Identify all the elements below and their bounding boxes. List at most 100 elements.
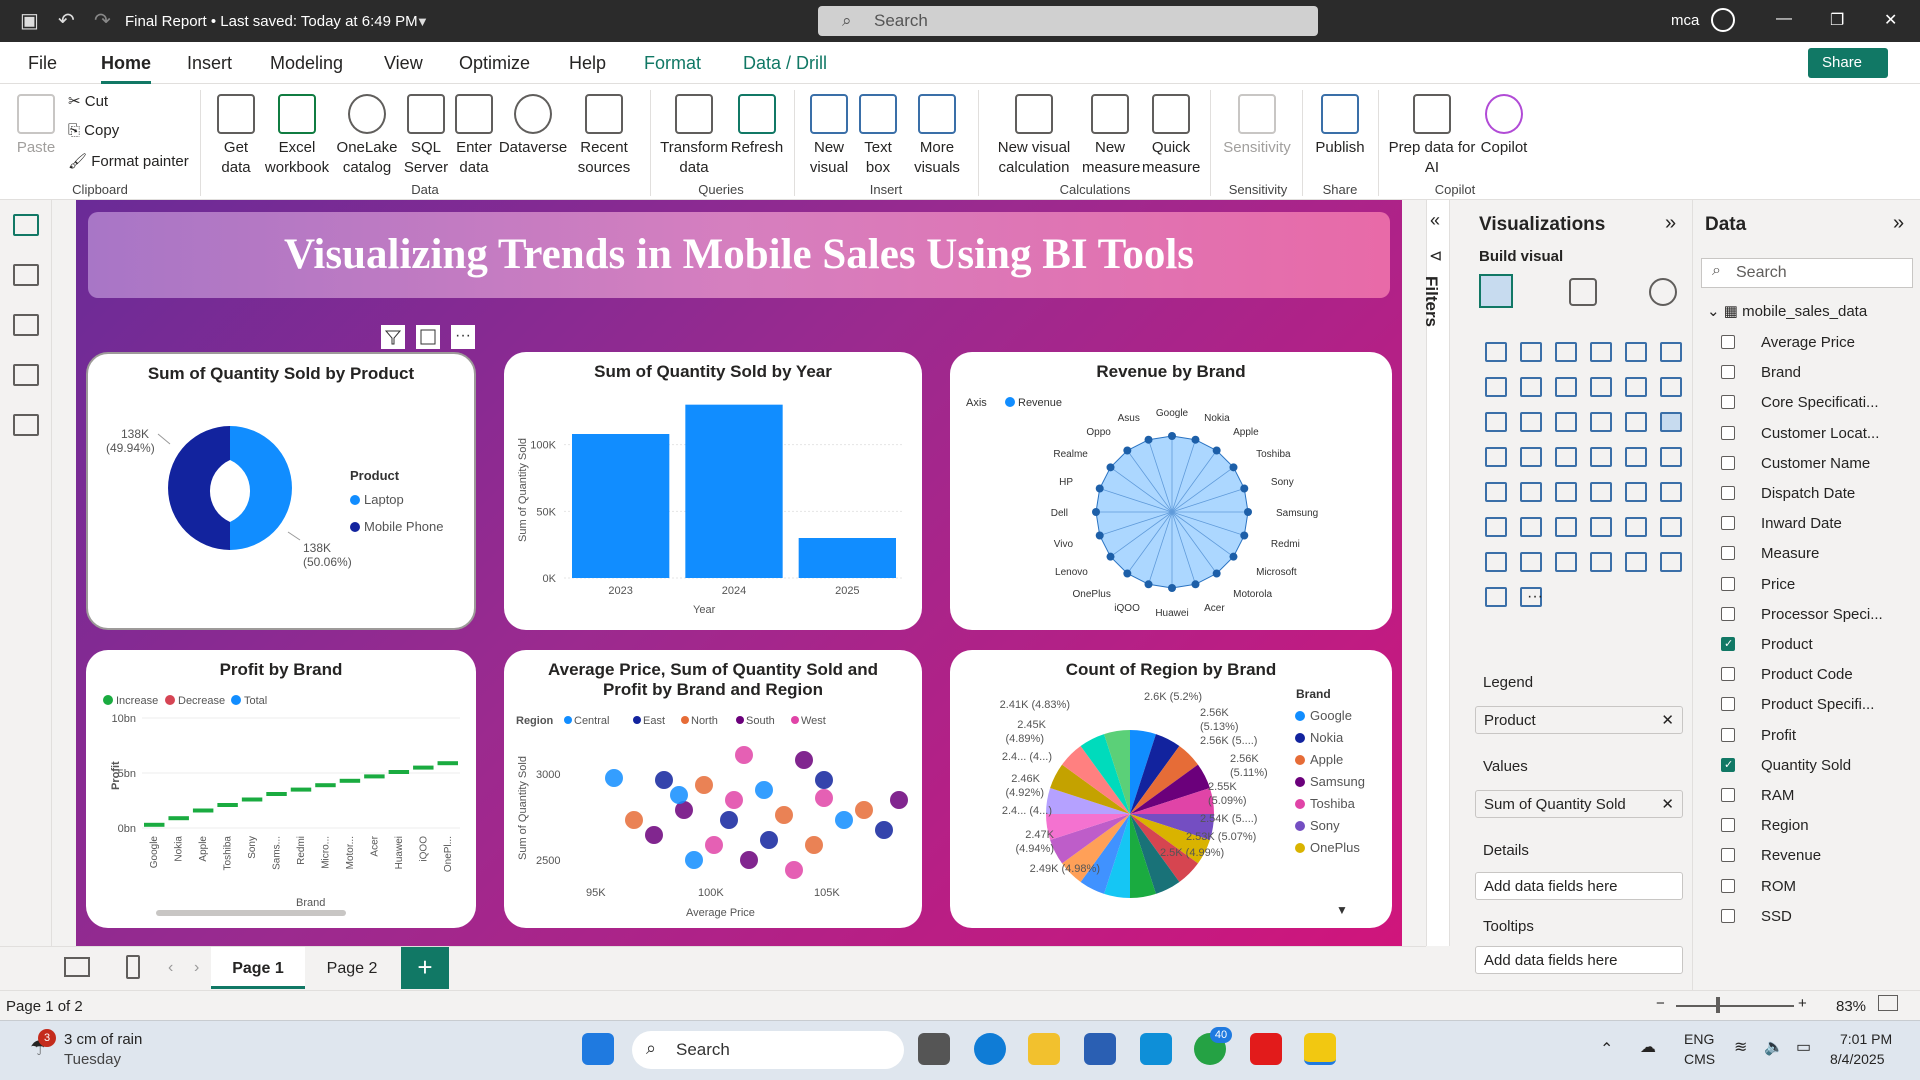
checkbox[interactable] [1721, 606, 1735, 621]
add-page-button[interactable]: + [401, 947, 449, 989]
sql-server-button[interactable]: SQL Server [400, 94, 452, 178]
onelake-button[interactable]: OneLake catalog [330, 94, 404, 178]
clock-date[interactable]: 8/4/2025 [1830, 1051, 1885, 1067]
mobile-layout-icon[interactable] [126, 955, 140, 979]
tab-data-drill[interactable]: Data / Drill [743, 53, 827, 74]
collapse-icon[interactable]: « [1430, 210, 1440, 231]
tooltips-well[interactable]: Add data fields here [1475, 946, 1683, 974]
weather-text[interactable]: 3 cm of rain [64, 1031, 142, 1048]
visual-type-icon[interactable] [1625, 482, 1647, 502]
expand-icon[interactable]: » [1893, 212, 1904, 235]
sensitivity-button[interactable]: Sensitivity [1220, 94, 1294, 158]
fit-to-page-icon[interactable] [1878, 995, 1898, 1011]
text-box-button[interactable]: Text box [856, 94, 900, 178]
document-title[interactable]: Final Report • Last saved: Today at 6:49… [125, 13, 418, 30]
table-node[interactable]: ⌄ ▦ mobile_sales_data [1707, 302, 1867, 320]
checkbox[interactable] [1721, 486, 1735, 500]
report-view-icon[interactable] [13, 214, 39, 236]
tab-page-1[interactable]: Page 1 [211, 947, 305, 989]
visual-type-icon[interactable] [1625, 412, 1647, 432]
avatar[interactable] [1711, 8, 1735, 32]
visual-type-icon[interactable] [1660, 342, 1682, 362]
visual-type-icon[interactable] [1520, 342, 1542, 362]
visual-type-icon[interactable] [1485, 517, 1507, 537]
chevron-up-icon[interactable]: ⌃ [1600, 1039, 1613, 1059]
checkbox[interactable] [1721, 335, 1735, 349]
visual-type-icon[interactable] [1555, 447, 1577, 467]
close-icon[interactable]: ✕ [1884, 10, 1897, 30]
paste-button[interactable]: Paste [14, 94, 58, 158]
profit-card[interactable]: Profit by Brand Increase Decrease Total … [86, 650, 476, 928]
next-page-icon[interactable]: › [194, 959, 199, 977]
checkbox[interactable] [1721, 908, 1735, 923]
checkbox[interactable] [1721, 697, 1735, 712]
visual-type-icon[interactable] [1520, 517, 1542, 537]
new-visual-button[interactable]: New visual [804, 94, 854, 178]
file-explorer-icon[interactable] [1028, 1033, 1060, 1065]
zoom-out-icon[interactable]: − [1656, 995, 1665, 1012]
visual-type-icon[interactable] [1625, 552, 1647, 572]
visual-type-icon[interactable] [1555, 552, 1577, 572]
zoom-slider[interactable] [1676, 1005, 1794, 1007]
excel-button[interactable]: Excel workbook [262, 94, 332, 178]
visual-type-icon[interactable] [1520, 552, 1542, 572]
visual-type-icon[interactable] [1555, 412, 1577, 432]
desktop-layout-icon[interactable] [64, 957, 90, 977]
new-visual-calc-button[interactable]: New visual calculation [988, 94, 1080, 178]
wifi-icon[interactable]: ≋ [1734, 1037, 1747, 1057]
visual-type-icon[interactable] [1485, 342, 1507, 362]
refresh-button[interactable]: Refresh [730, 94, 784, 158]
format-visual-tab[interactable] [1569, 278, 1597, 306]
visual-type-icon[interactable] [1660, 377, 1682, 397]
table-view-icon[interactable] [13, 264, 39, 286]
values-well[interactable]: Sum of Quantity Sold ✕ [1475, 790, 1683, 818]
volume-icon[interactable]: 🔈 [1764, 1037, 1784, 1057]
visual-type-icon[interactable] [1625, 342, 1647, 362]
input-method[interactable]: CMS [1684, 1051, 1715, 1067]
copy-button[interactable]: ⎘ Copy [68, 122, 119, 139]
bar-year-card[interactable]: Sum of Quantity Sold by Year Sum of Quan… [504, 352, 922, 630]
visual-type-icon[interactable] [1555, 517, 1577, 537]
checkbox[interactable] [1721, 818, 1735, 833]
visual-type-icon[interactable] [1625, 447, 1647, 467]
power-bi-icon[interactable] [1304, 1033, 1336, 1065]
visual-type-icon[interactable] [1485, 377, 1507, 397]
tab-help[interactable]: Help [569, 53, 606, 74]
get-data-button[interactable]: Get data [208, 94, 264, 178]
cloud-icon[interactable]: ☁ [1640, 1037, 1656, 1057]
visual-type-icon[interactable] [1625, 517, 1647, 537]
pie-card[interactable]: Count of Region by Brand Brand ▼ 2.6K (5… [950, 650, 1392, 928]
format-painter-button[interactable]: 🖌 Format painter [68, 152, 189, 170]
checkbox[interactable] [1721, 395, 1735, 410]
minimize-icon[interactable]: — [1776, 10, 1792, 28]
edge-icon[interactable] [974, 1033, 1006, 1065]
visual-type-icon[interactable] [1660, 412, 1682, 432]
checkbox[interactable] [1721, 365, 1735, 380]
chevron-down-icon[interactable]: ▼ [416, 14, 429, 29]
prep-data-ai-button[interactable]: Prep data for AI [1386, 94, 1478, 178]
visual-type-icon[interactable] [1485, 587, 1507, 607]
donut-card[interactable]: Sum of Quantity Sold by Product 138K (49… [86, 352, 476, 630]
visual-type-icon[interactable] [1590, 412, 1612, 432]
clock-time[interactable]: 7:01 PM [1840, 1031, 1892, 1047]
cut-button[interactable]: ✂ Cut [68, 92, 108, 110]
visual-type-icon[interactable] [1590, 552, 1612, 572]
taskbar-search[interactable]: ⌕ Search [632, 1031, 904, 1069]
visual-type-icon[interactable] [1485, 447, 1507, 467]
visual-type-icon[interactable] [1590, 342, 1612, 362]
recent-sources-button[interactable]: Recent sources [568, 94, 640, 178]
tab-view[interactable]: View [384, 53, 423, 74]
visual-type-icon[interactable] [1590, 447, 1612, 467]
checkbox[interactable] [1721, 637, 1735, 651]
more-visuals-icon[interactable]: ··· [1527, 588, 1543, 606]
checkbox[interactable] [1721, 546, 1735, 561]
visual-type-icon[interactable] [1520, 482, 1542, 502]
details-well[interactable]: Add data fields here [1475, 872, 1683, 900]
quick-measure-button[interactable]: Quick measure [1142, 94, 1200, 178]
visual-type-icon[interactable] [1485, 552, 1507, 572]
checkbox[interactable] [1721, 576, 1735, 591]
checkbox[interactable] [1721, 757, 1735, 772]
visual-type-icon[interactable] [1590, 377, 1612, 397]
checkbox[interactable] [1721, 516, 1735, 531]
more-visuals-button[interactable]: More visuals [902, 94, 972, 178]
